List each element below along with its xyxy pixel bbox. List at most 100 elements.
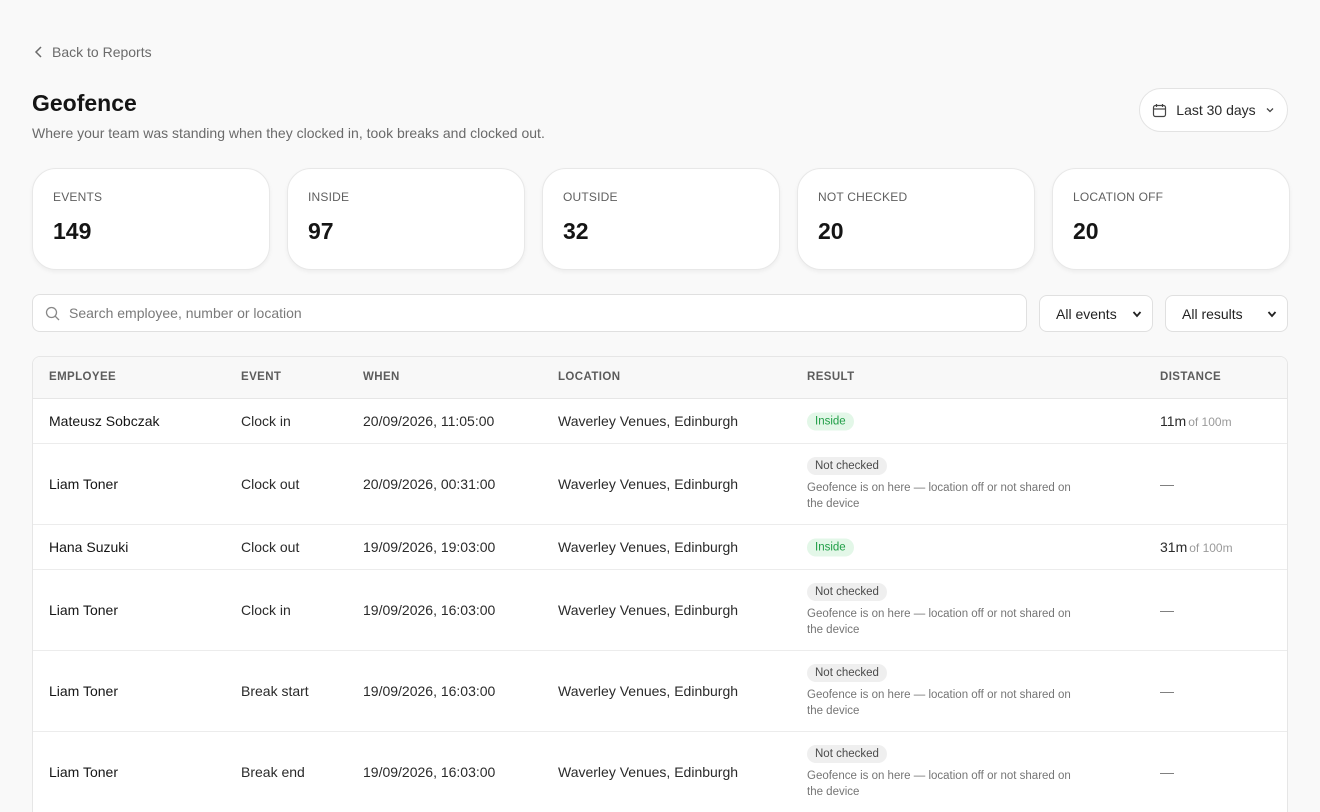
location-cell: Waverley Venues, Edinburgh xyxy=(558,413,739,429)
chevron-down-icon xyxy=(1132,310,1142,317)
distance-cell: 31m of 100m xyxy=(1160,539,1233,555)
distance-cell: — xyxy=(1160,476,1174,492)
result-badge: Inside xyxy=(807,412,854,431)
back-link-label: Back to Reports xyxy=(52,44,152,60)
stat-value: 20 xyxy=(818,218,844,244)
distance-limit: of 100m xyxy=(1188,415,1232,429)
event-cell: Clock in xyxy=(241,413,291,429)
table-row[interactable]: Liam Toner Break start 19/09/2026, 16:03:0… xyxy=(33,651,1287,732)
event-cell: Clock out xyxy=(241,476,300,492)
stat-card-outside: OUTSIDE 32 xyxy=(542,168,780,270)
distance-cell: 11m of 100m xyxy=(1160,413,1232,429)
stat-value: 149 xyxy=(53,218,92,244)
when-cell: 20/09/2026, 11:05:00 xyxy=(363,413,495,429)
location-cell: Waverley Venues, Edinburgh xyxy=(558,476,739,492)
stat-card-inside: INSIDE 97 xyxy=(287,168,525,270)
back-to-reports-link[interactable]: Back to Reports xyxy=(34,44,152,60)
employee-cell: Hana Suzuki xyxy=(49,539,129,555)
result-badge: Not checked xyxy=(807,745,887,763)
column-header-result[interactable]: RESULT xyxy=(807,371,855,383)
table-header: EMPLOYEE EVENT WHEN LOCATION RESULT DIST… xyxy=(33,357,1287,399)
stat-card-events: EVENTS 149 xyxy=(32,168,270,270)
result-cell: Not checked Geofence is on here — locatio… xyxy=(807,663,1077,719)
date-range-button[interactable]: Last 30 days xyxy=(1139,88,1288,132)
result-cell: Inside xyxy=(807,538,854,557)
distance-cell: — xyxy=(1160,683,1174,699)
stat-card-location-off: LOCATION OFF 20 xyxy=(1052,168,1290,270)
when-cell: 19/09/2026, 16:03:00 xyxy=(363,602,496,618)
distance-value: — xyxy=(1160,683,1174,699)
stats-row: EVENTS 149 INSIDE 97 OUTSIDE 32 NOT CHEC… xyxy=(32,168,1290,270)
event-cell: Break end xyxy=(241,764,305,780)
stat-label: EVENTS xyxy=(53,190,103,204)
result-cell: Not checked Geofence is on here — locatio… xyxy=(807,456,1077,512)
distance-value: 31m xyxy=(1160,539,1188,555)
when-cell: 19/09/2026, 16:03:00 xyxy=(363,764,496,780)
employee-cell: Liam Toner xyxy=(49,764,119,780)
chevron-down-icon xyxy=(1266,108,1274,113)
result-cell: Not checked Geofence is on here — locatio… xyxy=(807,744,1077,800)
stat-label: LOCATION OFF xyxy=(1073,190,1164,204)
employee-cell: Mateusz Sobczak xyxy=(49,413,160,429)
table-row[interactable]: Mateusz Sobczak Clock in 20/09/2026, 11:05… xyxy=(33,399,1287,444)
location-cell: Waverley Venues, Edinburgh xyxy=(558,683,739,699)
table-row[interactable]: Liam Toner Break end 19/09/2026, 16:03:00 W… xyxy=(33,732,1287,812)
column-header-location[interactable]: LOCATION xyxy=(558,371,620,383)
result-note: Geofence is on here — location off or no… xyxy=(807,608,1071,636)
location-cell: Waverley Venues, Edinburgh xyxy=(558,539,739,555)
column-header-event[interactable]: EVENT xyxy=(241,371,281,383)
result-note: Geofence is on here — location off or no… xyxy=(807,689,1071,717)
event-cell: Break start xyxy=(241,683,309,699)
chevron-left-icon xyxy=(34,46,42,58)
results-filter-value: All results xyxy=(1182,305,1243,322)
result-badge: Not checked xyxy=(807,664,887,682)
table-row[interactable]: Liam Toner Clock in 19/09/2026, 16:03:00 Wa… xyxy=(33,570,1287,651)
distance-value: — xyxy=(1160,764,1174,780)
page-subtitle: Where your team was standing when they c… xyxy=(32,125,545,141)
when-cell: 19/09/2026, 19:03:00 xyxy=(363,539,496,555)
table-body: Mateusz Sobczak Clock in 20/09/2026, 11:05… xyxy=(33,399,1287,812)
when-cell: 20/09/2026, 00:31:00 xyxy=(363,476,496,492)
search-icon xyxy=(45,306,60,320)
distance-value: 11m xyxy=(1160,413,1187,429)
distance-value: — xyxy=(1160,476,1174,492)
stat-label: INSIDE xyxy=(308,190,350,204)
page-title: Geofence xyxy=(32,90,137,116)
distance-cell: — xyxy=(1160,602,1174,618)
column-header-when[interactable]: WHEN xyxy=(363,371,400,383)
events-filter-value: All events xyxy=(1056,305,1117,322)
result-badge: Not checked xyxy=(807,457,887,475)
events-filter-select[interactable]: All events xyxy=(1039,295,1153,332)
result-badge: Inside xyxy=(807,538,854,557)
event-cell: Clock out xyxy=(241,539,300,555)
employee-cell: Liam Toner xyxy=(49,476,119,492)
chevron-down-icon xyxy=(1267,310,1277,317)
event-cell: Clock in xyxy=(241,602,291,618)
events-table: EMPLOYEE EVENT WHEN LOCATION RESULT DIST… xyxy=(32,356,1288,812)
location-cell: Waverley Venues, Edinburgh xyxy=(558,764,739,780)
location-cell: Waverley Venues, Edinburgh xyxy=(558,602,739,618)
column-header-employee[interactable]: EMPLOYEE xyxy=(49,371,116,383)
stat-label: OUTSIDE xyxy=(563,190,618,204)
results-filter-select[interactable]: All results xyxy=(1165,295,1288,332)
stat-value: 97 xyxy=(308,218,334,244)
distance-value: — xyxy=(1160,602,1174,618)
when-cell: 19/09/2026, 16:03:00 xyxy=(363,683,496,699)
distance-cell: — xyxy=(1160,764,1174,780)
stat-value: 20 xyxy=(1073,218,1099,244)
table-row[interactable]: Liam Toner Clock out 20/09/2026, 00:31:00 W… xyxy=(33,444,1287,525)
result-note: Geofence is on here — location off or no… xyxy=(807,482,1071,510)
stat-card-not-checked: NOT CHECKED 20 xyxy=(797,168,1035,270)
search-box xyxy=(32,294,1027,332)
result-cell: Not checked Geofence is on here — locatio… xyxy=(807,582,1077,638)
stat-value: 32 xyxy=(563,218,589,244)
table-row[interactable]: Hana Suzuki Clock out 19/09/2026, 19:03:00… xyxy=(33,525,1287,570)
stat-label: NOT CHECKED xyxy=(818,190,908,204)
date-range-label: Last 30 days xyxy=(1176,102,1256,118)
search-input[interactable] xyxy=(69,305,1009,321)
column-header-distance[interactable]: DISTANCE xyxy=(1160,371,1221,383)
calendar-icon xyxy=(1153,103,1167,117)
distance-limit: of 100m xyxy=(1189,541,1233,555)
employee-cell: Liam Toner xyxy=(49,683,119,699)
result-cell: Inside xyxy=(807,412,854,431)
